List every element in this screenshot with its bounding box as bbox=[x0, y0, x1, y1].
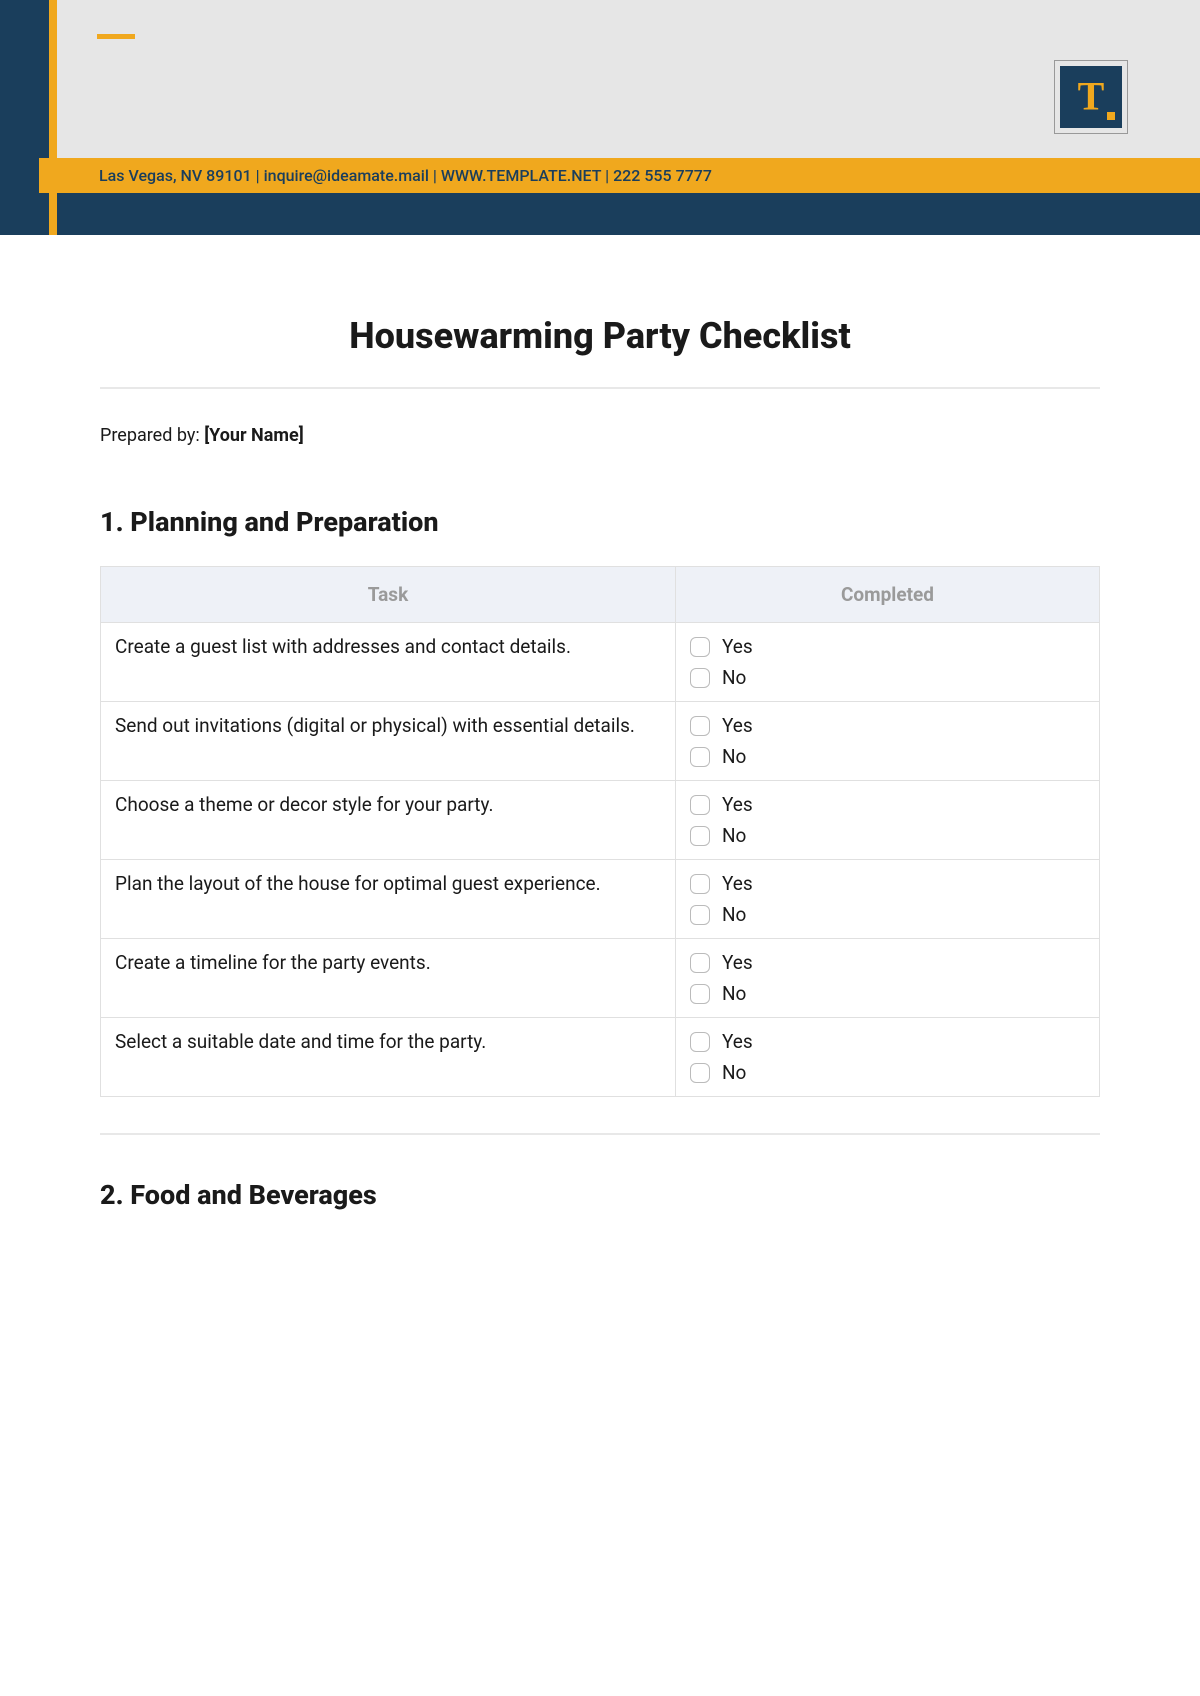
checkbox-no[interactable] bbox=[690, 1063, 710, 1083]
option-label-no: No bbox=[722, 1061, 746, 1084]
option-no: No bbox=[690, 903, 1085, 926]
prepared-value: [Your Name] bbox=[204, 425, 304, 446]
banner-phone: 222 555 7777 bbox=[613, 166, 712, 185]
checkbox-yes[interactable] bbox=[690, 637, 710, 657]
prepared-line: Prepared by: [Your Name] bbox=[100, 425, 1100, 446]
navy-side-stripe bbox=[0, 0, 49, 235]
completed-cell: Yes No bbox=[676, 781, 1100, 860]
checkbox-yes[interactable] bbox=[690, 795, 710, 815]
section-1-heading: 1. Planning and Preparation bbox=[100, 506, 1100, 538]
option-label-yes: Yes bbox=[722, 1030, 753, 1053]
section-divider bbox=[100, 1133, 1100, 1135]
task-cell: Choose a theme or decor style for your p… bbox=[101, 781, 676, 860]
orange-side-stripe bbox=[49, 0, 57, 235]
completed-cell: Yes No bbox=[676, 623, 1100, 702]
task-cell: Select a suitable date and time for the … bbox=[101, 1018, 676, 1097]
checkbox-no[interactable] bbox=[690, 747, 710, 767]
checkbox-no[interactable] bbox=[690, 905, 710, 925]
option-no: No bbox=[690, 666, 1085, 689]
section-1-table: Task Completed Create a guest list with … bbox=[100, 566, 1100, 1097]
option-yes: Yes bbox=[690, 714, 1085, 737]
logo-inner: T bbox=[1060, 66, 1122, 128]
table-row: Create a guest list with addresses and c… bbox=[101, 623, 1100, 702]
option-label-no: No bbox=[722, 745, 746, 768]
banner-email: inquire@ideamate.mail bbox=[264, 166, 429, 185]
checkbox-no[interactable] bbox=[690, 984, 710, 1004]
title-divider bbox=[100, 387, 1100, 389]
option-label-yes: Yes bbox=[722, 951, 753, 974]
option-no: No bbox=[690, 1061, 1085, 1084]
page-title: Housewarming Party Checklist bbox=[100, 315, 1100, 357]
completed-cell: Yes No bbox=[676, 702, 1100, 781]
task-cell: Create a guest list with addresses and c… bbox=[101, 623, 676, 702]
option-yes: Yes bbox=[690, 635, 1085, 658]
completed-options: Yes No bbox=[690, 1030, 1085, 1084]
banner-text: Las Vegas, NV 89101 | inquire@ideamate.m… bbox=[99, 166, 712, 185]
option-no: No bbox=[690, 982, 1085, 1005]
option-yes: Yes bbox=[690, 1030, 1085, 1053]
checkbox-yes[interactable] bbox=[690, 1032, 710, 1052]
table-row: Send out invitations (digital or physica… bbox=[101, 702, 1100, 781]
contact-banner: Las Vegas, NV 89101 | inquire@ideamate.m… bbox=[39, 158, 1200, 193]
checkbox-no[interactable] bbox=[690, 668, 710, 688]
completed-cell: Yes No bbox=[676, 939, 1100, 1018]
prepared-label: Prepared by: bbox=[100, 425, 204, 446]
col-task-header: Task bbox=[101, 567, 676, 623]
option-yes: Yes bbox=[690, 793, 1085, 816]
banner-website: WWW.TEMPLATE.NET bbox=[441, 166, 601, 185]
option-label-yes: Yes bbox=[722, 793, 753, 816]
option-label-no: No bbox=[722, 666, 746, 689]
task-cell: Send out invitations (digital or physica… bbox=[101, 702, 676, 781]
header-area: T Las Vegas, NV 89101 | inquire@ideamate… bbox=[0, 0, 1200, 235]
option-label-yes: Yes bbox=[722, 714, 753, 737]
table-row: Choose a theme or decor style for your p… bbox=[101, 781, 1100, 860]
option-label-no: No bbox=[722, 903, 746, 926]
section-2-heading: 2. Food and Beverages bbox=[100, 1179, 1100, 1211]
completed-options: Yes No bbox=[690, 714, 1085, 768]
navy-bottom-stripe bbox=[57, 193, 1200, 235]
checkbox-yes[interactable] bbox=[690, 874, 710, 894]
completed-options: Yes No bbox=[690, 635, 1085, 689]
completed-cell: Yes No bbox=[676, 1018, 1100, 1097]
option-yes: Yes bbox=[690, 872, 1085, 895]
banner-address: Las Vegas, NV 89101 bbox=[99, 166, 252, 185]
completed-options: Yes No bbox=[690, 872, 1085, 926]
logo-box: T bbox=[1054, 60, 1128, 134]
task-cell: Create a timeline for the party events. bbox=[101, 939, 676, 1018]
checkbox-yes[interactable] bbox=[690, 953, 710, 973]
completed-options: Yes No bbox=[690, 951, 1085, 1005]
option-label-yes: Yes bbox=[722, 872, 753, 895]
option-label-no: No bbox=[722, 824, 746, 847]
content-area: Housewarming Party Checklist Prepared by… bbox=[0, 235, 1200, 1279]
table-row: Create a timeline for the party events. Y… bbox=[101, 939, 1100, 1018]
logo-letter: T bbox=[1078, 72, 1105, 119]
orange-dash-accent bbox=[97, 34, 135, 39]
option-label-no: No bbox=[722, 982, 746, 1005]
logo-dot-icon bbox=[1107, 112, 1115, 120]
checkbox-yes[interactable] bbox=[690, 716, 710, 736]
option-yes: Yes bbox=[690, 951, 1085, 974]
table-row: Select a suitable date and time for the … bbox=[101, 1018, 1100, 1097]
option-no: No bbox=[690, 745, 1085, 768]
option-no: No bbox=[690, 824, 1085, 847]
table-row: Plan the layout of the house for optimal… bbox=[101, 860, 1100, 939]
checkbox-no[interactable] bbox=[690, 826, 710, 846]
completed-cell: Yes No bbox=[676, 860, 1100, 939]
col-completed-header: Completed bbox=[676, 567, 1100, 623]
completed-options: Yes No bbox=[690, 793, 1085, 847]
option-label-yes: Yes bbox=[722, 635, 753, 658]
task-cell: Plan the layout of the house for optimal… bbox=[101, 860, 676, 939]
